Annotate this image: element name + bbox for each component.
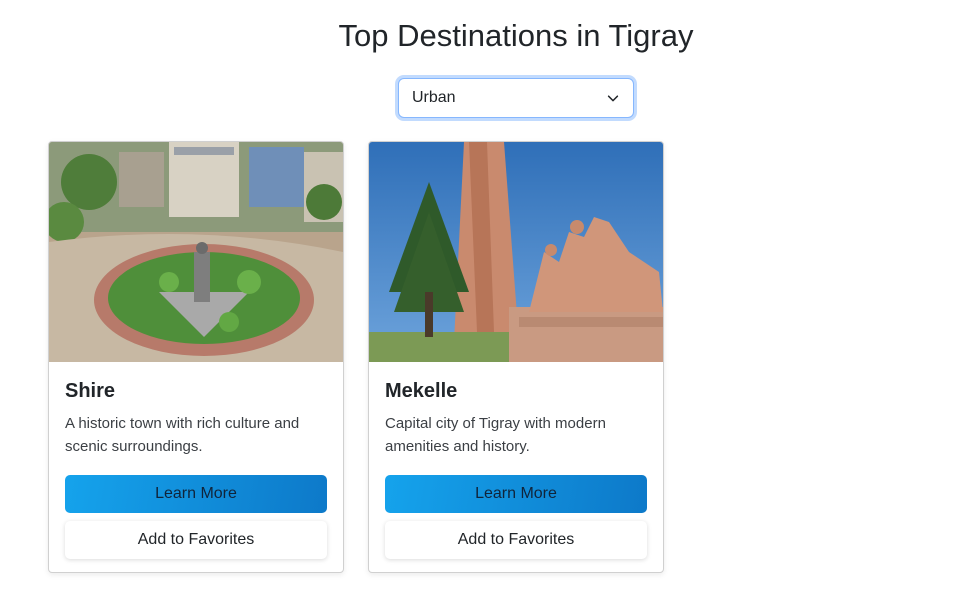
- add-to-favorites-button[interactable]: Add to Favorites: [385, 521, 647, 559]
- card-description: Capital city of Tigray with modern ameni…: [385, 415, 606, 455]
- shire-image: [49, 142, 343, 362]
- page: Top Destinations in Tigray Urban Shire A…: [0, 0, 958, 590]
- card-description: A historic town with rich culture and sc…: [65, 415, 300, 455]
- destination-card-mekelle: Mekelle Capital city of Tigray with mode…: [368, 141, 664, 573]
- mekelle-image: [369, 142, 663, 362]
- learn-more-button[interactable]: Learn More: [65, 475, 327, 513]
- category-select[interactable]: Urban: [398, 78, 634, 118]
- add-to-favorites-button[interactable]: Add to Favorites: [65, 521, 327, 559]
- category-select-value: Urban: [412, 89, 456, 106]
- chevron-down-icon: [607, 95, 619, 102]
- card-title: Shire: [65, 380, 116, 402]
- card-title: Mekelle: [385, 380, 458, 402]
- destination-card-shire: Shire A historic town with rich culture …: [48, 141, 344, 573]
- page-title: Top Destinations in Tigray: [338, 18, 694, 53]
- learn-more-button[interactable]: Learn More: [385, 475, 647, 513]
